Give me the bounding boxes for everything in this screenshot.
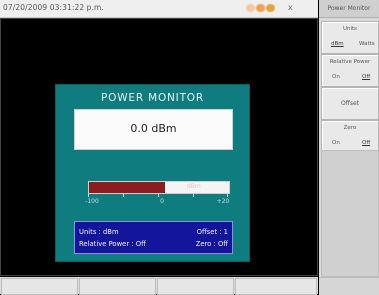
power-readout-box: 0.0 dBm bbox=[74, 109, 233, 150]
indicator-light-icon bbox=[246, 4, 255, 12]
bottom-tab-4[interactable] bbox=[235, 278, 317, 295]
bar-center-mark: dBm bbox=[187, 183, 201, 190]
measurement-display: POWER MONITOR 0.0 dBm dBm -100 0 +20 Uni… bbox=[0, 18, 318, 276]
scale-tick bbox=[158, 194, 159, 197]
zero-off[interactable]: Off bbox=[362, 140, 370, 146]
power-monitor-panel: POWER MONITOR 0.0 dBm dBm -100 0 +20 Uni… bbox=[55, 84, 250, 262]
relative-power-status: Relative Power : Off bbox=[79, 240, 146, 248]
bottom-tab-5[interactable] bbox=[319, 277, 379, 295]
zero-on[interactable]: On bbox=[332, 140, 340, 146]
units-softkey[interactable]: Units dBm Watts bbox=[321, 21, 379, 54]
relative-power-off[interactable]: Off bbox=[362, 74, 370, 80]
offset-status-value: 1 bbox=[223, 228, 228, 236]
indicator-light-icon bbox=[256, 4, 265, 12]
power-reading: 0.0 dBm bbox=[130, 122, 177, 135]
bar-scale: -100 0 +20 bbox=[85, 194, 230, 208]
bottom-tab-1[interactable] bbox=[1, 278, 78, 295]
scale-label-mid: 0 bbox=[160, 198, 164, 205]
panel-title: POWER MONITOR bbox=[101, 92, 204, 104]
status-bar: 07/20/2009 03:31:22 p.m. x bbox=[0, 0, 318, 18]
softkey-label: Relative Power bbox=[329, 59, 371, 65]
scale-tick bbox=[227, 194, 228, 197]
bottom-tab-3[interactable] bbox=[157, 278, 234, 295]
power-bar-meter: dBm bbox=[88, 181, 230, 194]
scale-label-max: +20 bbox=[216, 198, 230, 205]
close-icon[interactable]: x bbox=[288, 3, 293, 12]
units-option-dbm[interactable]: dBm bbox=[331, 41, 344, 47]
softkey-empty-area bbox=[321, 150, 379, 277]
softkey-menu: Power Monitor Units dBm Watts Relative P… bbox=[319, 0, 379, 294]
scale-label-min: -100 bbox=[85, 198, 99, 205]
info-row-relative-zero: Relative Power : Off Zero : Off bbox=[75, 240, 232, 252]
relative-power-softkey[interactable]: Relative Power On Off bbox=[321, 54, 379, 87]
power-bar-fill bbox=[89, 182, 165, 193]
relative-power-on[interactable]: On bbox=[332, 74, 340, 80]
softkey-label: Units bbox=[342, 26, 358, 32]
zero-status-value: Off bbox=[217, 240, 228, 248]
softkey-menu-title: Power Monitor bbox=[319, 0, 379, 18]
info-row-units-offset: Units : dBm Offset : 1 bbox=[75, 228, 232, 240]
datetime-display: 07/20/2009 03:31:22 p.m. bbox=[3, 3, 104, 12]
zero-softkey[interactable]: Zero On Off bbox=[321, 120, 379, 153]
units-status: Units : dBm bbox=[79, 228, 119, 236]
scale-tick bbox=[123, 194, 124, 197]
bottom-tab-2[interactable] bbox=[79, 278, 156, 295]
indicator-light-icon bbox=[266, 4, 275, 12]
units-option-watts[interactable]: Watts bbox=[359, 41, 375, 47]
offset-status-label: Offset : bbox=[196, 228, 222, 236]
zero-status: Zero : Off bbox=[196, 240, 228, 248]
bottom-tab-bar bbox=[0, 277, 318, 295]
instrument-screen: 07/20/2009 03:31:22 p.m. x POWER MONITOR… bbox=[0, 0, 379, 295]
offset-softkey[interactable]: Offset bbox=[321, 87, 379, 120]
zero-status-label: Zero : bbox=[195, 240, 216, 248]
scale-tick bbox=[88, 194, 89, 197]
softkey-label: Zero bbox=[343, 125, 357, 131]
offset-status: Offset : 1 bbox=[197, 228, 228, 236]
scale-tick bbox=[193, 194, 194, 197]
softkey-label: Offset bbox=[340, 100, 360, 107]
settings-info-box: Units : dBm Offset : 1 Relative Power : … bbox=[74, 221, 233, 254]
